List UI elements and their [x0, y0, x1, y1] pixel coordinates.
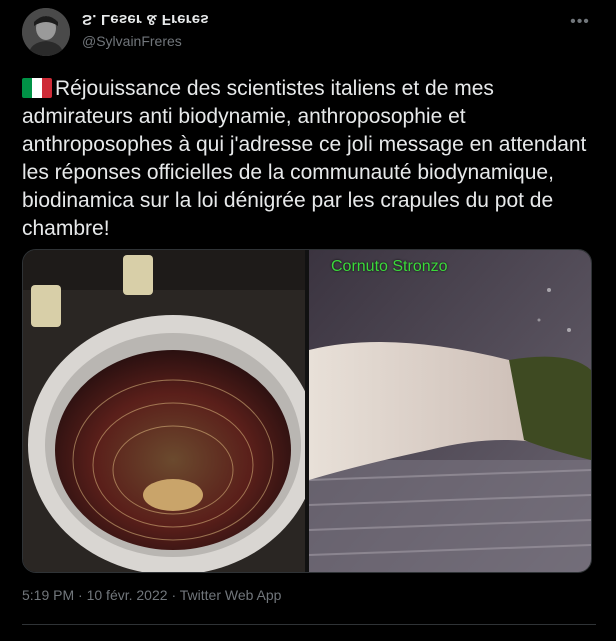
toilet-parliament-image[interactable] — [23, 250, 305, 572]
avatar[interactable] — [22, 8, 70, 56]
tweet-text: Réjouissance des scientistes italiens et… — [22, 77, 587, 240]
tweet-source-app[interactable]: Twitter Web App — [180, 587, 282, 603]
tweet-text-block: Réjouissance des scientistes italiens et… — [22, 75, 596, 243]
more-options-icon[interactable]: ••• — [566, 8, 594, 36]
meta-separator: · — [171, 587, 177, 603]
divider — [22, 624, 596, 625]
user-handle[interactable]: @SylvainFreres — [82, 33, 182, 49]
tweet-date[interactable]: 10 févr. 2022 — [87, 587, 168, 603]
tweet-time[interactable]: 5:19 PM — [22, 587, 74, 603]
italy-flag-icon — [22, 78, 52, 98]
collage-image[interactable]: Cornuto Stronzo — [309, 250, 591, 572]
image-caption: Cornuto Stronzo — [331, 258, 448, 275]
display-name[interactable]: S. Leser & Freres — [82, 11, 209, 28]
tweet-media[interactable]: Cornuto Stronzo — [22, 249, 592, 573]
avatar-image — [22, 8, 70, 56]
tweet-meta: 5:19 PM · 10 févr. 2022 · Twitter Web Ap… — [22, 587, 281, 603]
tweet: S. Leser & Freres @SylvainFreres ••• Réj… — [0, 0, 616, 641]
meta-separator: · — [78, 587, 83, 603]
